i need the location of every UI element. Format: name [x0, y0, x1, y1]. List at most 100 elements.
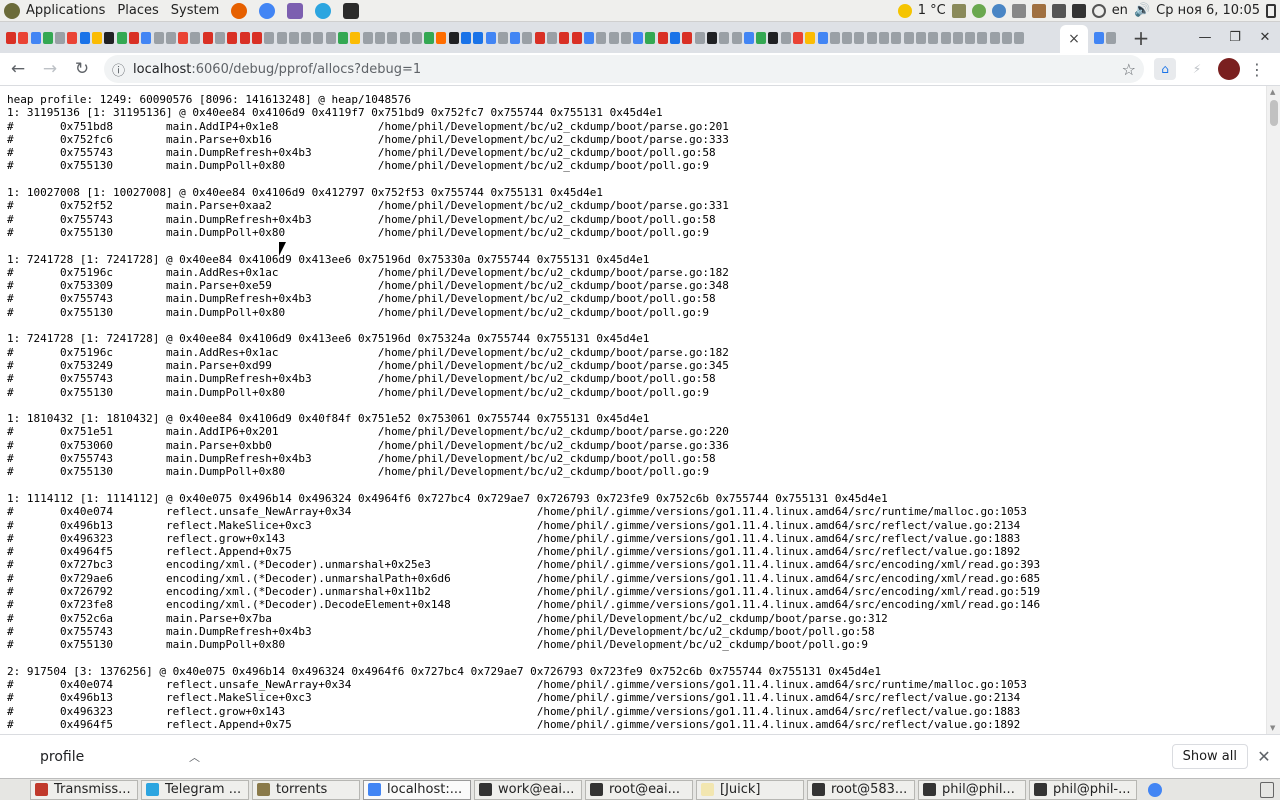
page-scrollbar[interactable]: ▲ ▼ [1266, 86, 1280, 734]
tab-favicon[interactable] [387, 31, 398, 44]
tab-favicon[interactable] [67, 31, 78, 44]
scroll-down-icon[interactable]: ▼ [1270, 724, 1275, 732]
minimize-window-icon[interactable]: — [1190, 30, 1220, 45]
browser-menu-icon[interactable]: ⋮ [1246, 58, 1268, 80]
terminal-launcher-icon[interactable] [343, 2, 360, 19]
chrome-tray-icon[interactable] [1148, 782, 1162, 797]
telegram-launcher-icon[interactable] [315, 2, 332, 19]
keyboard-layout[interactable]: en [1112, 3, 1128, 18]
tab-favicon[interactable] [399, 31, 410, 44]
tab-favicon[interactable] [817, 31, 828, 44]
tab-favicon[interactable] [165, 31, 176, 44]
tab-favicon[interactable] [128, 31, 139, 44]
taskbar-window-button[interactable]: [Juick] [696, 779, 804, 800]
tab-favicon[interactable] [424, 31, 435, 44]
tab-favicon[interactable] [497, 31, 508, 44]
clock[interactable]: Ср ноя 6, 10:05 [1156, 3, 1260, 18]
tab-favicon[interactable] [178, 31, 189, 44]
tab-favicon[interactable] [18, 31, 29, 44]
tab-favicon[interactable] [854, 31, 865, 44]
tab-favicon[interactable] [473, 31, 484, 44]
gnome-foot-icon[interactable] [4, 2, 20, 19]
tray-icon-chat[interactable] [971, 3, 986, 18]
tab-favicon[interactable] [965, 31, 976, 44]
tab-favicon[interactable] [239, 31, 250, 44]
tab-favicon[interactable] [522, 31, 533, 44]
tab-favicon[interactable] [829, 31, 840, 44]
tab-favicon[interactable] [928, 31, 939, 44]
tab-favicon[interactable] [202, 31, 213, 44]
tab-favicon[interactable] [743, 31, 754, 44]
tab-favicon[interactable] [436, 31, 447, 44]
tab-favicon[interactable] [633, 31, 644, 44]
tab-favicon[interactable] [891, 31, 902, 44]
bookmark-star-icon[interactable]: ☆ [1122, 60, 1136, 79]
system-menu[interactable]: System [171, 3, 219, 18]
tab-favicon[interactable] [485, 31, 496, 44]
scrollbar-thumb[interactable] [1270, 100, 1278, 126]
tab-favicon[interactable] [190, 31, 201, 44]
tab-favicon[interactable] [411, 31, 422, 44]
tab-favicon[interactable] [571, 31, 582, 44]
extension-lightning-icon[interactable]: ⚡ [1186, 58, 1208, 80]
tab-favicon[interactable] [1014, 31, 1025, 44]
tab-favicon[interactable] [350, 31, 361, 44]
tab-favicon[interactable] [276, 31, 287, 44]
taskbar-window-button[interactable]: phil@phil... [918, 779, 1026, 800]
tab-favicon[interactable] [510, 31, 521, 44]
forward-arrow-icon[interactable]: → [36, 55, 64, 83]
tab-favicon[interactable] [116, 31, 127, 44]
tab-favicon[interactable] [534, 31, 545, 44]
tab-favicon[interactable] [866, 31, 877, 44]
download-item-name[interactable]: profile [40, 749, 84, 765]
tab-favicon[interactable] [547, 31, 558, 44]
tab-favicon[interactable] [42, 31, 53, 44]
tab-favicon[interactable] [55, 31, 66, 44]
tray-icon-search[interactable] [1091, 3, 1106, 18]
tab-favicon[interactable] [79, 31, 90, 44]
tab-favicon[interactable] [559, 31, 570, 44]
chevron-up-icon[interactable]: ︿ [189, 749, 200, 765]
url-path[interactable]: :6060/debug/pprof/allocs?debug=1 [191, 62, 421, 77]
site-info-icon[interactable]: ⓘ [112, 60, 125, 79]
tab-favicon[interactable] [780, 31, 791, 44]
tab-favicon[interactable] [460, 31, 471, 44]
taskbar-window-button[interactable]: root@583... [807, 779, 915, 800]
tab-favicon[interactable] [608, 31, 619, 44]
taskbar-window-button[interactable]: torrents [252, 779, 360, 800]
tab-favicon[interactable] [842, 31, 853, 44]
close-download-shelf-icon[interactable]: ✕ [1248, 747, 1280, 766]
tab-favicon[interactable] [989, 31, 1000, 44]
tab-favicon-google[interactable] [1094, 31, 1104, 44]
tab-favicon[interactable] [694, 31, 705, 44]
tab-favicon[interactable] [362, 31, 373, 44]
firefox-launcher-icon[interactable] [231, 2, 248, 19]
tab-favicon[interactable] [1002, 31, 1013, 44]
taskbar-window-button[interactable]: Transmiss... [30, 779, 138, 800]
tray-icon-battery[interactable] [951, 3, 966, 18]
tab-favicon[interactable] [251, 31, 262, 44]
tab-favicon[interactable] [583, 31, 594, 44]
tab-favicon[interactable] [793, 31, 803, 44]
tab-favicon[interactable] [338, 31, 349, 44]
tab-favicon[interactable] [104, 31, 115, 44]
tab-favicon[interactable] [731, 31, 742, 44]
tab-favicon[interactable] [448, 31, 459, 44]
reload-icon[interactable]: ↻ [68, 55, 96, 83]
tab-favicon[interactable] [6, 31, 16, 44]
tab-favicon[interactable] [682, 31, 693, 44]
active-tab[interactable]: × [1060, 25, 1088, 53]
tab-favicon[interactable] [879, 31, 890, 44]
tab-favicon[interactable] [645, 31, 656, 44]
tab-favicon[interactable] [374, 31, 385, 44]
tab-favicon[interactable] [313, 31, 324, 44]
taskbar-window-button[interactable]: phil@phil-... [1029, 779, 1137, 800]
tab-close-icon[interactable]: × [1068, 31, 1080, 47]
maximize-window-icon[interactable]: ❐ [1220, 30, 1250, 45]
tray-icon-dropbox[interactable] [1011, 3, 1026, 18]
tab-favicon[interactable] [264, 31, 275, 44]
tray-icon-package[interactable] [1031, 3, 1046, 18]
tab-favicon[interactable] [915, 31, 926, 44]
tab-favicon[interactable] [805, 31, 816, 44]
tab-favicon[interactable] [768, 31, 779, 44]
